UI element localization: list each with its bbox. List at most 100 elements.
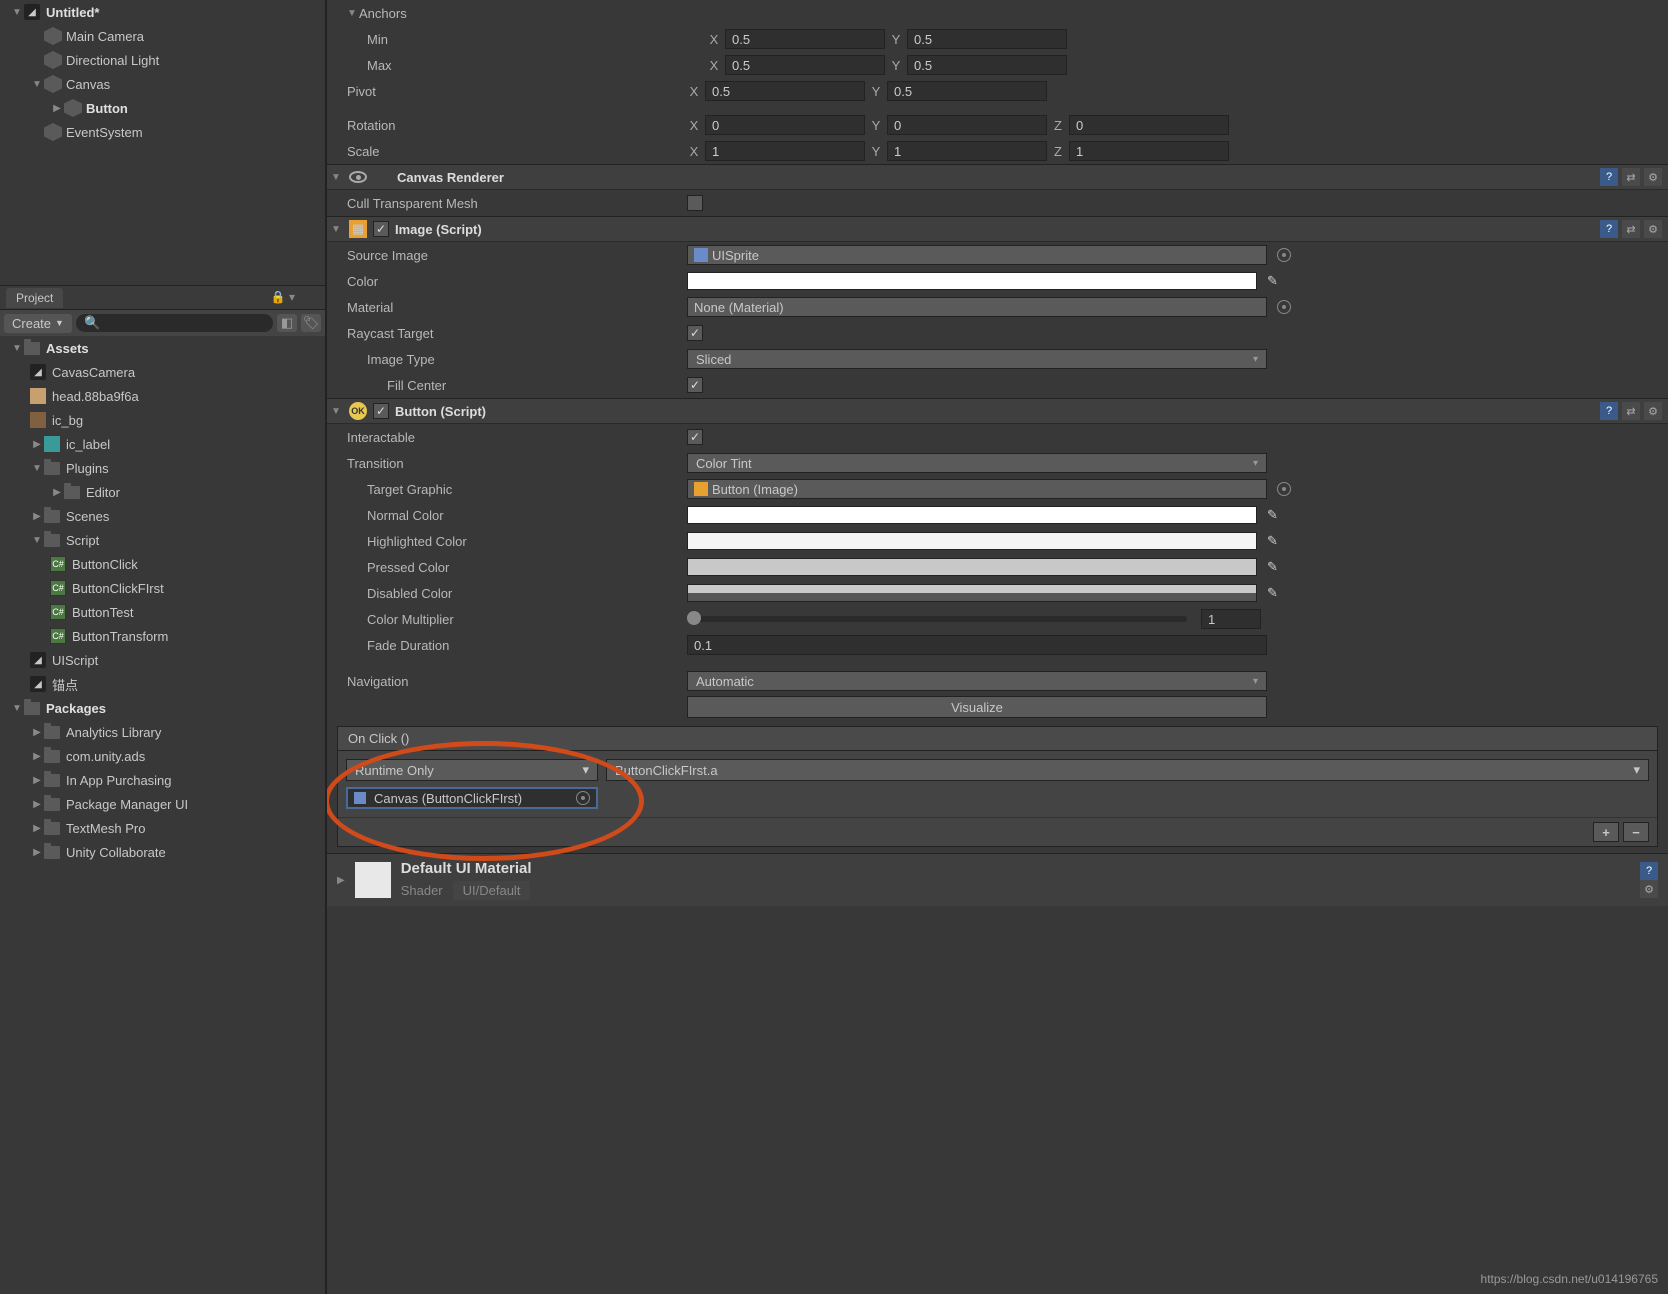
eyedropper-icon[interactable]: ✎	[1267, 585, 1283, 601]
button-component-header[interactable]: ▼ OK Button (Script) ?⇄⚙	[327, 398, 1668, 424]
hierarchy-item[interactable]: ▼Canvas	[0, 72, 325, 96]
folder-plugins[interactable]: ▼Plugins	[0, 456, 325, 480]
script-item[interactable]: C#ButtonClickFIrst	[0, 576, 325, 600]
eyedropper-icon[interactable]: ✎	[1267, 559, 1283, 575]
image-color-swatch[interactable]	[687, 272, 1257, 290]
multiplier-slider[interactable]	[687, 616, 1187, 622]
create-button[interactable]: Create ▼	[4, 314, 72, 333]
folder-script[interactable]: ▼Script	[0, 528, 325, 552]
interactable-checkbox[interactable]	[687, 429, 703, 445]
help-icon[interactable]: ?	[1600, 168, 1618, 186]
fold-icon[interactable]: ▼	[30, 79, 44, 90]
rot-x-input[interactable]	[705, 115, 865, 135]
save-icon[interactable]: 🏷	[301, 314, 321, 332]
max-y-input[interactable]	[907, 55, 1067, 75]
gear-icon[interactable]: ⚙	[1644, 402, 1662, 420]
project-tab[interactable]: Project	[6, 288, 63, 308]
runtime-dropdown[interactable]: Runtime Only▾	[346, 759, 598, 781]
fold-icon[interactable]: ▼	[331, 224, 343, 235]
scale-y-input[interactable]	[887, 141, 1047, 161]
eyedropper-icon[interactable]: ✎	[1267, 507, 1283, 523]
pivot-y-input[interactable]	[887, 81, 1047, 101]
package-item[interactable]: ▶In App Purchasing	[0, 768, 325, 792]
help-icon[interactable]: ?	[1600, 402, 1618, 420]
asset-item[interactable]: ◢CavasCamera	[0, 360, 325, 384]
script-item[interactable]: C#ButtonTransform	[0, 624, 325, 648]
scene-row[interactable]: ▼ ◢ Untitled*	[0, 0, 325, 24]
package-item[interactable]: ▶Analytics Library	[0, 720, 325, 744]
hierarchy-item-button[interactable]: ▶Button	[0, 96, 325, 120]
package-item[interactable]: ▶TextMesh Pro	[0, 816, 325, 840]
hierarchy-item[interactable]: Directional Light	[0, 48, 325, 72]
canvas-renderer-header[interactable]: ▼ Canvas Renderer ?⇄⚙	[327, 164, 1668, 190]
asset-item[interactable]: ic_bg	[0, 408, 325, 432]
highlighted-color-swatch[interactable]	[687, 532, 1257, 550]
transition-dropdown[interactable]: Color Tint▾	[687, 453, 1267, 473]
object-picker-icon[interactable]	[1277, 482, 1291, 496]
multiplier-value[interactable]	[1201, 609, 1261, 629]
gear-icon[interactable]: ⚙	[1640, 880, 1658, 898]
rot-y-input[interactable]	[887, 115, 1047, 135]
shader-dropdown[interactable]: UI/Default	[453, 881, 531, 900]
event-target-object[interactable]: Canvas (ButtonClickFIrst)	[346, 787, 598, 809]
image-enabled-checkbox[interactable]	[373, 221, 389, 237]
script-item[interactable]: C#ButtonClick	[0, 552, 325, 576]
fade-duration-input[interactable]	[687, 635, 1267, 655]
min-y-input[interactable]	[907, 29, 1067, 49]
gear-icon[interactable]: ⚙	[1644, 168, 1662, 186]
packages-folder[interactable]: ▼Packages	[0, 696, 325, 720]
object-picker-icon[interactable]	[1277, 300, 1291, 314]
source-image-field[interactable]: UISprite	[687, 245, 1267, 265]
asset-item[interactable]: ◢锚点	[0, 672, 325, 696]
material-field[interactable]: None (Material)	[687, 297, 1267, 317]
asset-item[interactable]: ▶ic_label	[0, 432, 325, 456]
preset-icon[interactable]: ⇄	[1622, 402, 1640, 420]
add-event-button[interactable]: +	[1593, 822, 1619, 842]
normal-color-swatch[interactable]	[687, 506, 1257, 524]
fold-icon[interactable]: ▼	[331, 406, 343, 417]
raycast-checkbox[interactable]	[687, 325, 703, 341]
script-item[interactable]: C#ButtonTest	[0, 600, 325, 624]
preset-icon[interactable]: ⇄	[1622, 168, 1640, 186]
package-item[interactable]: ▶Unity Collaborate	[0, 840, 325, 864]
object-picker-icon[interactable]	[576, 791, 590, 805]
asset-item[interactable]: head.88ba9f6a	[0, 384, 325, 408]
cull-checkbox[interactable]	[687, 195, 703, 211]
package-item[interactable]: ▶Package Manager UI	[0, 792, 325, 816]
fold-icon[interactable]: ▼	[331, 172, 343, 183]
help-icon[interactable]: ?	[1600, 220, 1618, 238]
navigation-dropdown[interactable]: Automatic▾	[687, 671, 1267, 691]
folder-editor[interactable]: ▶Editor	[0, 480, 325, 504]
scale-z-input[interactable]	[1069, 141, 1229, 161]
disabled-color-swatch[interactable]	[687, 584, 1257, 602]
gear-icon[interactable]: ⚙	[1644, 220, 1662, 238]
pivot-x-input[interactable]	[705, 81, 865, 101]
assets-folder[interactable]: ▼Assets	[0, 336, 325, 360]
target-graphic-field[interactable]: Button (Image)	[687, 479, 1267, 499]
eyedropper-icon[interactable]: ✎	[1267, 273, 1283, 289]
preset-icon[interactable]: ⇄	[1622, 220, 1640, 238]
remove-event-button[interactable]: −	[1623, 822, 1649, 842]
project-search[interactable]: 🔍	[76, 314, 273, 332]
asset-item[interactable]: ◢UIScript	[0, 648, 325, 672]
visualize-button[interactable]: Visualize	[687, 696, 1267, 718]
callback-dropdown[interactable]: ButtonClickFIrst.a▾	[606, 759, 1649, 781]
rot-z-input[interactable]	[1069, 115, 1229, 135]
help-icon[interactable]: ?	[1640, 862, 1658, 880]
fold-icon[interactable]: ▼	[10, 7, 24, 18]
lock-icon[interactable]: 🔒 ▾	[271, 290, 295, 304]
fold-icon[interactable]: ▼	[347, 8, 359, 19]
image-component-header[interactable]: ▼ ▦ Image (Script) ?⇄⚙	[327, 216, 1668, 242]
hierarchy-item[interactable]: Main Camera	[0, 24, 325, 48]
fold-icon[interactable]: ▶	[337, 875, 345, 886]
max-x-input[interactable]	[725, 55, 885, 75]
fill-center-checkbox[interactable]	[687, 377, 703, 393]
scale-x-input[interactable]	[705, 141, 865, 161]
min-x-input[interactable]	[725, 29, 885, 49]
image-type-dropdown[interactable]: Sliced▾	[687, 349, 1267, 369]
pressed-color-swatch[interactable]	[687, 558, 1257, 576]
fold-icon[interactable]: ▶	[50, 103, 64, 114]
filter-icon[interactable]: ◧	[277, 314, 297, 332]
package-item[interactable]: ▶com.unity.ads	[0, 744, 325, 768]
hierarchy-item[interactable]: EventSystem	[0, 120, 325, 144]
